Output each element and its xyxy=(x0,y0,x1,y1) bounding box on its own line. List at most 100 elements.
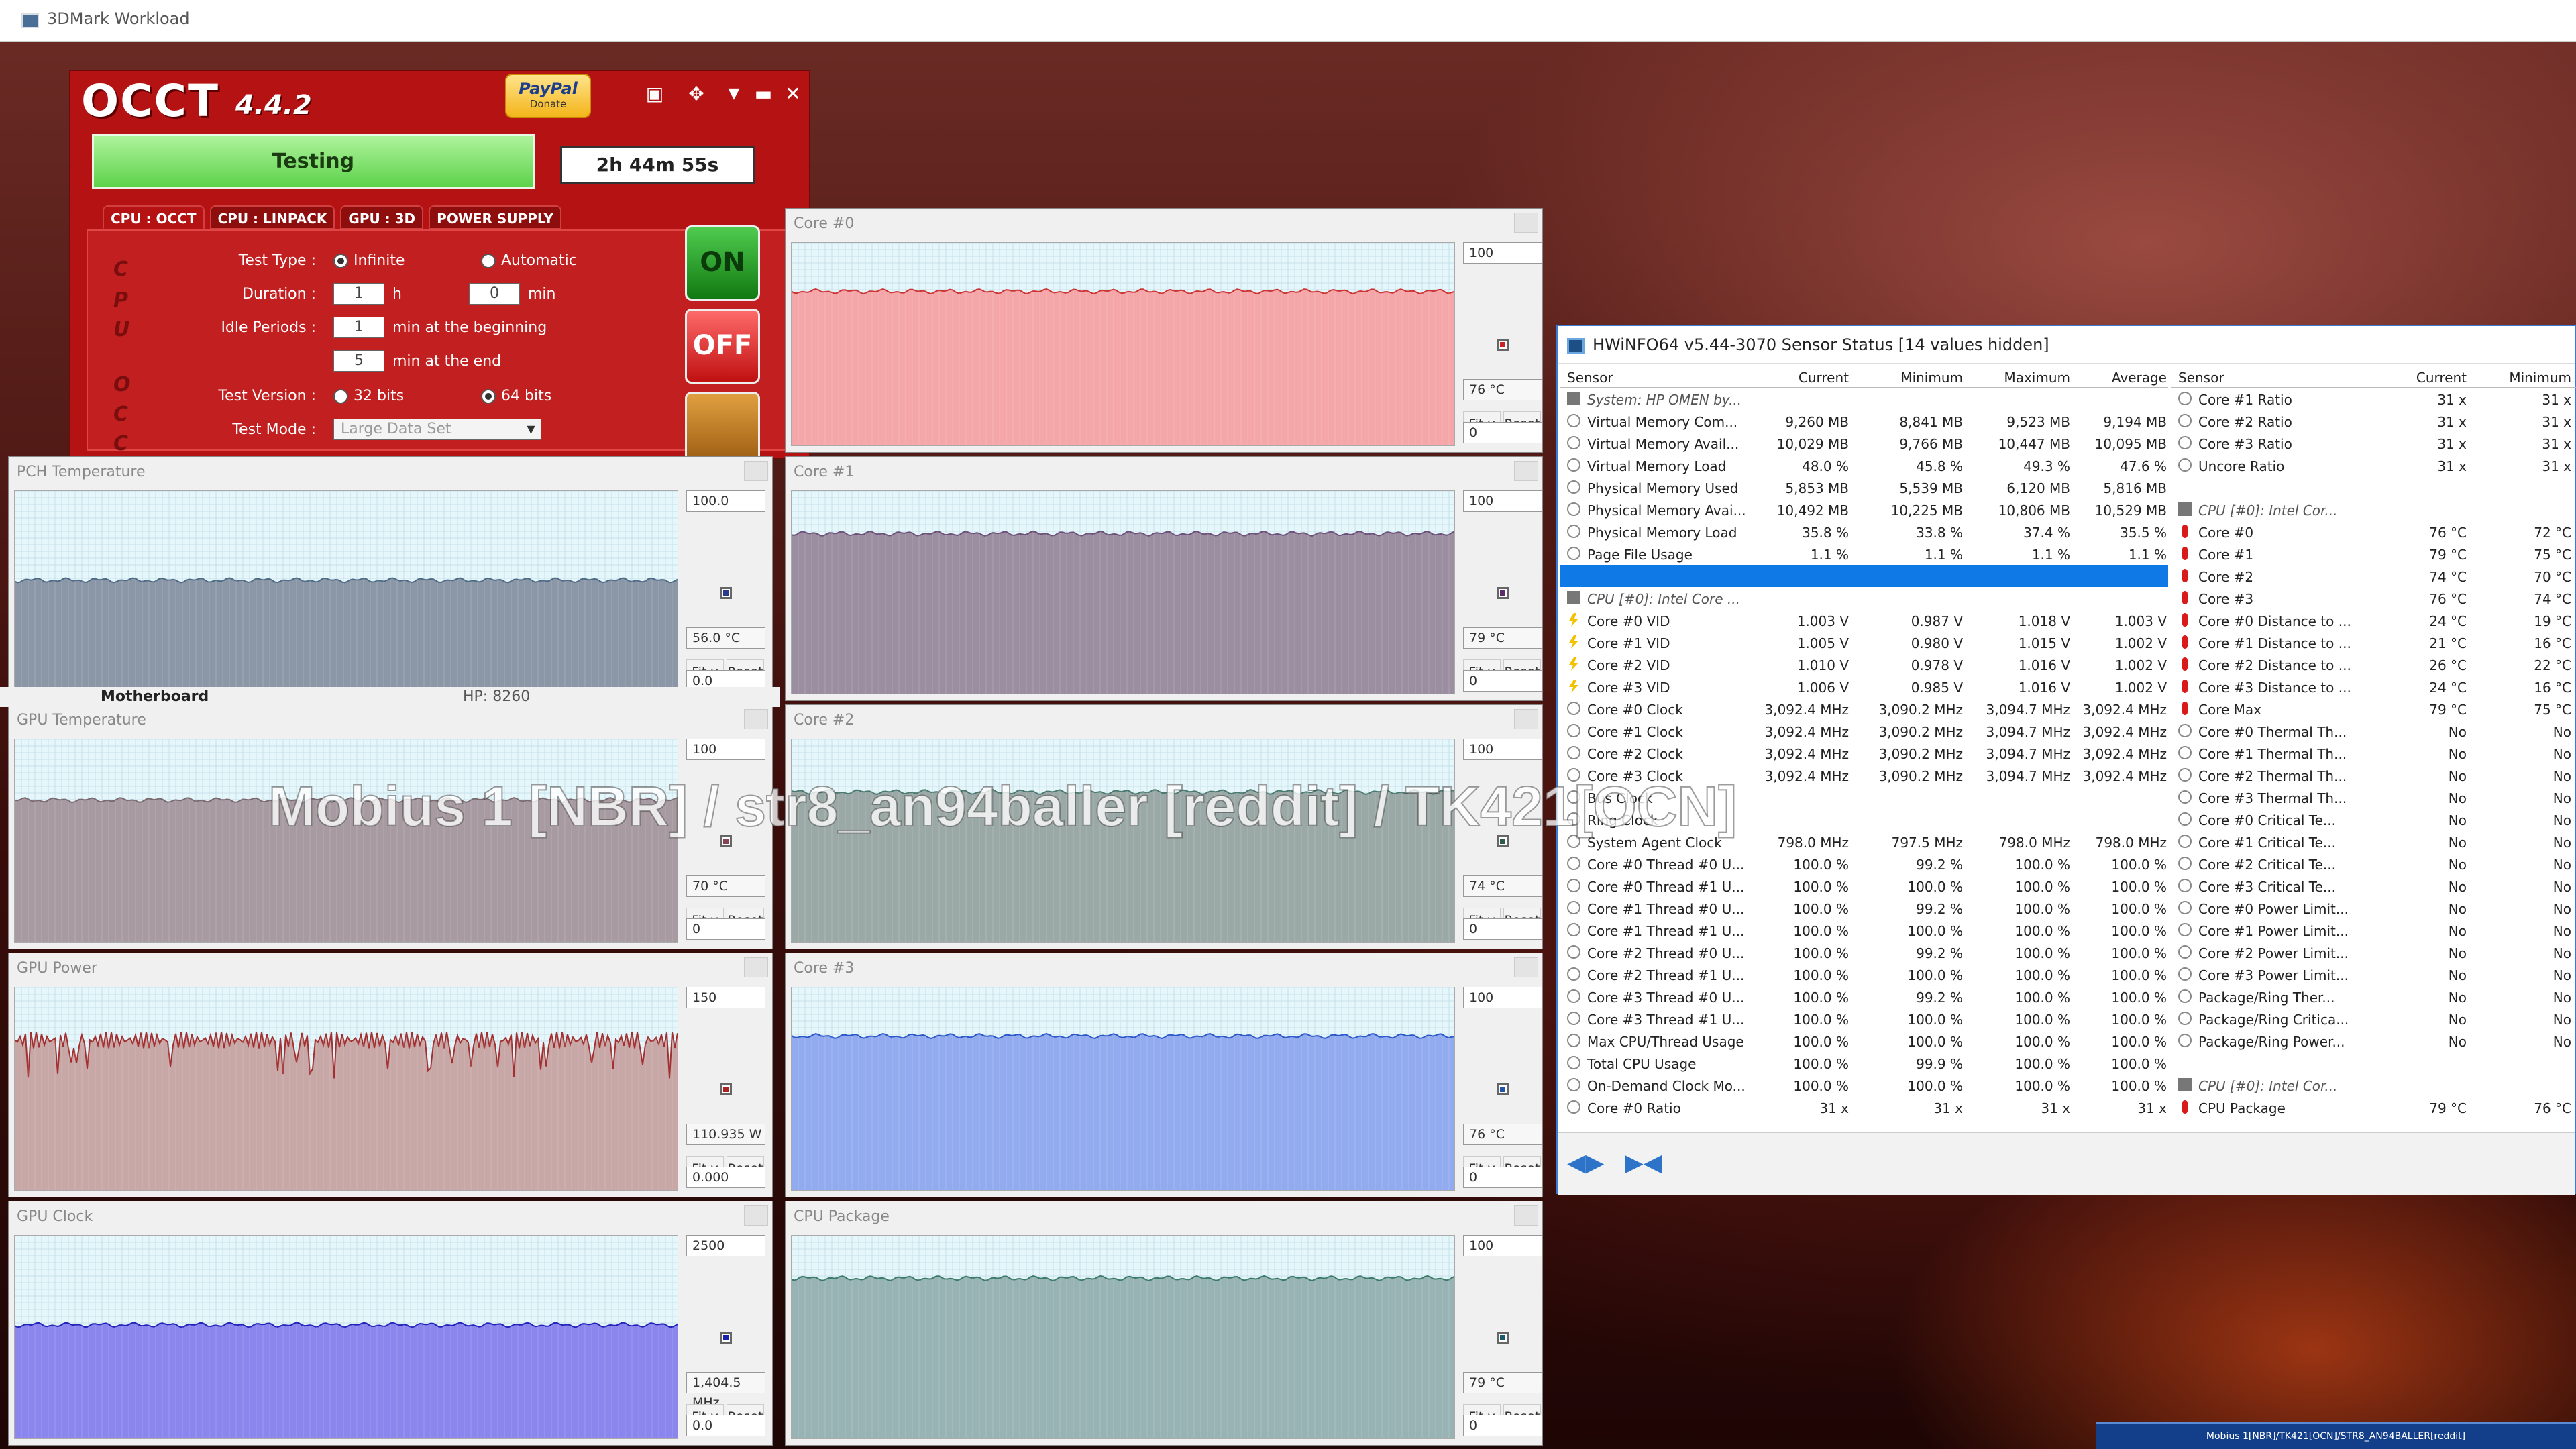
close-icon[interactable]: ✕ xyxy=(779,80,807,107)
sensor-row[interactable]: Core #2 Thread #0 U... 100.0 % 99.2 % 100.0… xyxy=(1560,941,2168,963)
collapse-arrows-icon[interactable]: ▶◀ xyxy=(1625,1149,1662,1177)
sensor-row[interactable] xyxy=(2171,1052,2576,1074)
header-sensor[interactable]: Sensor xyxy=(2178,370,2224,386)
off-button[interactable]: OFF xyxy=(685,309,760,384)
sensor-row[interactable]: Core #1 79 °C 75 °C xyxy=(2171,543,2576,565)
sensor-row[interactable]: Core #2 Thermal Th... No No xyxy=(2171,764,2576,786)
sensor-row[interactable] xyxy=(1560,565,2168,587)
graph-close-button[interactable] xyxy=(744,709,768,729)
sensor-row[interactable]: Core #3 Critical Te... No No xyxy=(2171,875,2576,897)
sensor-row[interactable]: Core #1 Ratio 31 x 31 x xyxy=(2171,388,2576,410)
sensor-row[interactable]: Core #0 Thermal Th... No No xyxy=(2171,720,2576,742)
sensor-row[interactable]: Physical Memory Load 35.8 % 33.8 % 37.4 % 35… xyxy=(1560,521,2168,543)
graph-min-input[interactable]: 0 xyxy=(1463,422,1542,443)
graph-close-button[interactable] xyxy=(1514,957,1538,977)
sensor-row[interactable]: Core #0 Critical Te... No No xyxy=(2171,808,2576,830)
taskbar-item[interactable]: Mobius 1[NBR]/TK421[OCN]/STR8_AN94BALLER… xyxy=(2096,1422,2576,1449)
graph-max-input[interactable]: 100.0 xyxy=(686,490,765,512)
duration-hours-input[interactable]: 1 xyxy=(333,283,384,305)
tab-cpu-linpack[interactable]: CPU : LINPACK xyxy=(210,205,335,229)
sensor-row[interactable]: Virtual Memory Avail... 10,029 MB 9,766 MB… xyxy=(1560,432,2168,454)
sensor-group-row[interactable]: CPU [#0]: Intel Cor... xyxy=(2171,498,2576,521)
sensor-group-row[interactable]: CPU [#0]: Intel Cor... xyxy=(2171,1074,2576,1096)
series-color-swatch[interactable] xyxy=(1497,1332,1509,1344)
sensor-row[interactable]: Core #2 VID 1.010 V 0.978 V 1.016 V 1.002 V xyxy=(1560,653,2168,676)
sensor-group-row[interactable]: CPU [#0]: Intel Core ... xyxy=(1560,587,2168,609)
sensor-row[interactable]: CPU Package 79 °C 76 °C xyxy=(2171,1096,2576,1118)
sensor-row[interactable]: Core #2 Clock 3,092.4 MHz 3,090.2 MHz 3,094… xyxy=(1560,742,2168,764)
sensor-row[interactable]: Core #3 Thread #0 U... 100.0 % 99.2 % 100.0… xyxy=(1560,985,2168,1008)
sensor-row[interactable]: Core Max 79 °C 75 °C xyxy=(2171,698,2576,720)
graph-min-input[interactable]: 0 xyxy=(1463,670,1542,692)
graph-min-input[interactable]: 0 xyxy=(1463,1167,1542,1188)
series-color-swatch[interactable] xyxy=(1497,339,1509,351)
sensor-row[interactable]: Core #1 Critical Te... No No xyxy=(2171,830,2576,853)
on-button[interactable]: ON xyxy=(685,225,760,301)
graph-min-input[interactable]: 0.0 xyxy=(686,1415,765,1436)
sensor-row[interactable]: Core #3 Ratio 31 x 31 x xyxy=(2171,432,2576,454)
sensor-row[interactable]: Virtual Memory Load 48.0 % 45.8 % 49.3 % 47.… xyxy=(1560,454,2168,476)
sensor-row[interactable]: Core #2 Thread #1 U... 100.0 % 100.0 % 100.… xyxy=(1560,963,2168,985)
series-color-swatch[interactable] xyxy=(720,1332,732,1344)
graph-close-button[interactable] xyxy=(1514,461,1538,481)
sensor-row[interactable]: Core #2 Critical Te... No No xyxy=(2171,853,2576,875)
sensor-row[interactable]: Core #2 Power Limit... No No xyxy=(2171,941,2576,963)
graph-max-input[interactable]: 100 xyxy=(1463,987,1542,1008)
graph-close-button[interactable] xyxy=(744,957,768,977)
sensor-row[interactable]: Package/Ring Power... No No xyxy=(2171,1030,2576,1052)
sensor-row[interactable]: Core #0 Distance to ... 24 °C 19 °C xyxy=(2171,609,2576,631)
sensor-row[interactable]: Core #2 Distance to ... 26 °C 22 °C xyxy=(2171,653,2576,676)
sensor-row[interactable]: Package/Ring Critica... No No xyxy=(2171,1008,2576,1030)
header-minimum[interactable]: Minimum xyxy=(2473,370,2571,386)
radio-automatic[interactable] xyxy=(481,254,496,268)
sensor-row[interactable]: Page File Usage 1.1 % 1.1 % 1.1 % 1.1 % xyxy=(1560,543,2168,565)
sensor-row[interactable]: Core #1 Thermal Th... No No xyxy=(2171,742,2576,764)
graph-max-input[interactable]: 150 xyxy=(686,987,765,1008)
sensor-row[interactable]: Core #0 VID 1.003 V 0.987 V 1.018 V 1.003 V xyxy=(1560,609,2168,631)
radio-infinite[interactable] xyxy=(333,254,348,268)
sensor-row[interactable]: Core #1 Thread #0 U... 100.0 % 99.2 % 100.0… xyxy=(1560,897,2168,919)
graph-min-input[interactable]: 0 xyxy=(1463,1415,1542,1436)
sensor-row[interactable]: Core #3 Power Limit... No No xyxy=(2171,963,2576,985)
test-mode-select[interactable]: Large Data Set ▼ xyxy=(333,419,541,440)
graph-min-input[interactable]: 0 xyxy=(1463,918,1542,940)
sensor-row[interactable]: Core #0 Clock 3,092.4 MHz 3,090.2 MHz 3,094… xyxy=(1560,698,2168,720)
series-color-swatch[interactable] xyxy=(1497,587,1509,599)
expand-arrows-icon[interactable]: ◀▶ xyxy=(1567,1149,1604,1177)
sensor-row[interactable]: Core #1 Clock 3,092.4 MHz 3,090.2 MHz 3,094… xyxy=(1560,720,2168,742)
sensor-row[interactable]: Virtual Memory Com... 9,260 MB 8,841 MB 9,5… xyxy=(1560,410,2168,432)
sensor-row[interactable]: Total CPU Usage 100.0 % 99.9 % 100.0 % 100.0… xyxy=(1560,1052,2168,1074)
tab-cpu-occt[interactable]: CPU : OCCT xyxy=(103,205,205,229)
tab-power-supply[interactable]: POWER SUPPLY xyxy=(429,205,561,229)
dropdown-icon[interactable]: ▼ xyxy=(720,80,748,107)
radio-64bits[interactable] xyxy=(481,389,496,404)
header-current[interactable]: Current xyxy=(2373,370,2467,386)
sensor-row[interactable]: Core #0 76 °C 72 °C xyxy=(2171,521,2576,543)
sensor-row[interactable] xyxy=(2171,476,2576,498)
header-minimum[interactable]: Minimum xyxy=(1856,370,1963,386)
sensor-row[interactable]: Core #0 Power Limit... No No xyxy=(2171,897,2576,919)
duration-minutes-input[interactable]: 0 xyxy=(469,283,520,305)
header-current[interactable]: Current xyxy=(1741,370,1849,386)
graph-close-button[interactable] xyxy=(1514,213,1538,233)
sensor-row[interactable]: Core #3 Thermal Th... No No xyxy=(2171,786,2576,808)
graph-close-button[interactable] xyxy=(744,1205,768,1226)
sensor-row[interactable]: On-Demand Clock Mo... 100.0 % 100.0 % 100.0… xyxy=(1560,1074,2168,1096)
graph-max-input[interactable]: 100 xyxy=(686,739,765,760)
sensor-row[interactable]: Core #3 76 °C 74 °C xyxy=(2171,587,2576,609)
graph-close-button[interactable] xyxy=(1514,1205,1538,1226)
header-sensor[interactable]: Sensor xyxy=(1567,370,1613,386)
radio-32bits[interactable] xyxy=(333,389,348,404)
paypal-donate-button[interactable]: PayPal Donate xyxy=(505,74,591,118)
sensor-row[interactable]: Package/Ring Ther... No No xyxy=(2171,985,2576,1008)
series-color-swatch[interactable] xyxy=(1497,1083,1509,1095)
sensor-row[interactable]: Core #2 Ratio 31 x 31 x xyxy=(2171,410,2576,432)
sensor-row[interactable]: Core #0 Ratio 31 x 31 x 31 x 31 x xyxy=(1560,1096,2168,1118)
header-maximum[interactable]: Maximum xyxy=(1963,370,2070,386)
sensor-row[interactable]: Physical Memory Avai... 10,492 MB 10,225 M… xyxy=(1560,498,2168,521)
idle-begin-input[interactable]: 1 xyxy=(333,317,384,338)
sensor-row[interactable]: Core #3 Distance to ... 24 °C 16 °C xyxy=(2171,676,2576,698)
graph-max-input[interactable]: 2500 xyxy=(686,1235,765,1256)
header-average[interactable]: Average xyxy=(2070,370,2167,386)
graph-max-input[interactable]: 100 xyxy=(1463,490,1542,512)
